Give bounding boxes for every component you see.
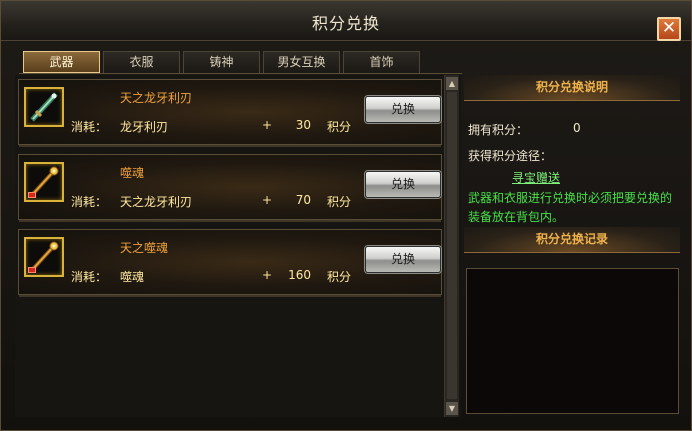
- tab-clothes[interactable]: 衣服: [103, 51, 180, 73]
- cost-item: 天之龙牙利刃: [120, 195, 193, 209]
- exchange-button[interactable]: 兑换: [365, 96, 441, 123]
- list-item: 天之龙牙利刃 消耗： 龙牙利刃 + 30 积分 兑换: [18, 79, 442, 147]
- unusable-marker-icon: [28, 192, 36, 198]
- scroll-down-icon[interactable]: ▼: [446, 402, 458, 415]
- exchange-window: 积分兑换 ✕ 武器 衣服 铸神 男女互换 首饰 天之龙牙利刃 消耗： 龙牙利刃 …: [0, 0, 692, 431]
- tab-forge[interactable]: 铸神: [183, 51, 260, 73]
- info-header: 积分兑换说明: [464, 75, 680, 101]
- close-icon[interactable]: ✕: [662, 18, 676, 38]
- cost-label: 消耗：: [71, 120, 108, 134]
- item-slot[interactable]: [24, 237, 64, 277]
- points-source-label: 获得积分途径：: [468, 149, 553, 163]
- cost-item: 噬魂: [120, 270, 145, 284]
- cost-label: 消耗：: [71, 270, 108, 284]
- scroll-up-icon[interactable]: ▲: [446, 77, 458, 90]
- item-slot[interactable]: [24, 162, 64, 202]
- item-name: 噬魂: [120, 166, 145, 180]
- exchange-button[interactable]: 兑换: [365, 171, 441, 198]
- points-unit: 积分: [327, 120, 352, 134]
- item-list: 天之龙牙利刃 消耗： 龙牙利刃 + 30 积分 兑换 噬魂 消耗： 天之龙牙利刃: [15, 75, 461, 417]
- close-button[interactable]: ✕: [657, 17, 681, 41]
- cost-points: 70: [295, 193, 311, 207]
- records-header: 积分兑换记录: [464, 227, 680, 253]
- dragon-blade-icon: [30, 92, 58, 122]
- list-item: 天之噬魂 消耗： 噬魂 + 160 积分 兑换: [18, 229, 442, 297]
- title-bar[interactable]: 积分兑换 ✕: [1, 1, 691, 41]
- cost-points: 30: [295, 118, 311, 132]
- treasure-gift-link[interactable]: 寻宝赠送: [512, 169, 560, 186]
- points-unit: 积分: [327, 195, 352, 209]
- tab-gender-swap[interactable]: 男女互换: [263, 51, 340, 73]
- item-slot[interactable]: [24, 87, 64, 127]
- records-box: [466, 268, 679, 414]
- points-unit: 积分: [327, 270, 352, 284]
- cost-label: 消耗：: [71, 195, 108, 209]
- info-panel: 积分兑换说明 拥有积分： 0 获得积分途径： 寻宝赠送 武器和衣服进行兑换时必须…: [464, 75, 683, 417]
- exchange-notice: 武器和衣服进行兑换时必须把要兑换的装备放在背包内。: [468, 191, 673, 224]
- plus-sign: +: [262, 118, 273, 132]
- unusable-marker-icon: [28, 267, 36, 273]
- owned-points-label: 拥有积分：: [468, 123, 529, 137]
- tab-divider: [19, 73, 462, 74]
- plus-sign: +: [262, 268, 273, 282]
- cost-item: 龙牙利刃: [120, 120, 169, 134]
- window-title: 积分兑换: [311, 14, 380, 33]
- tab-weapons[interactable]: 武器: [23, 51, 100, 73]
- cost-points: 160: [288, 268, 311, 282]
- list-scrollbar[interactable]: ▲ ▼: [444, 75, 459, 417]
- owned-points-value: 0: [573, 121, 581, 135]
- item-name: 天之龙牙利刃: [120, 91, 193, 105]
- scroll-thumb[interactable]: [447, 92, 457, 399]
- item-name: 天之噬魂: [120, 241, 169, 255]
- exchange-button[interactable]: 兑换: [365, 246, 441, 273]
- list-item: 噬魂 消耗： 天之龙牙利刃 + 70 积分 兑换: [18, 154, 442, 222]
- tab-jewelry[interactable]: 首饰: [343, 51, 420, 73]
- plus-sign: +: [262, 193, 273, 207]
